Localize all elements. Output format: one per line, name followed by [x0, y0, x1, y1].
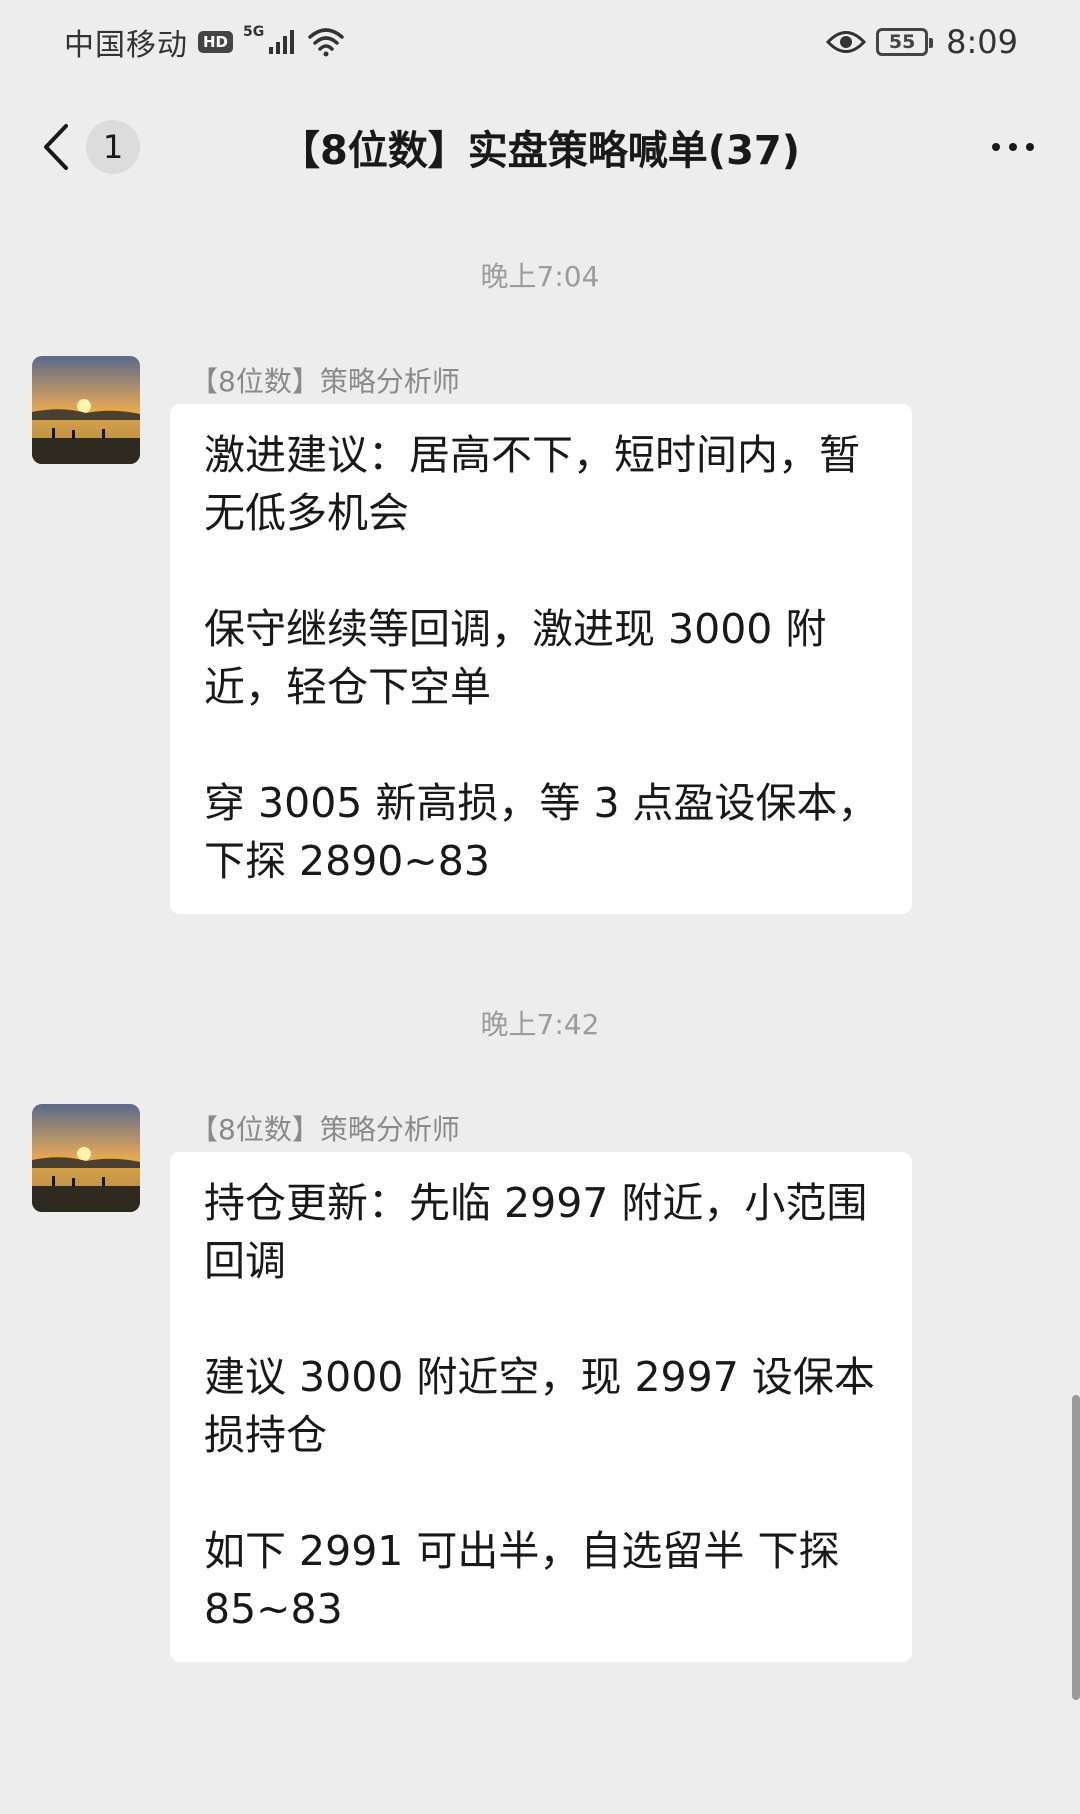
signal-icon [269, 30, 295, 54]
nav-bar: 1 【8位数】实盘策略喊单(37) [0, 84, 1080, 210]
battery-level: 55 [888, 31, 916, 53]
unread-count-badge: 1 [86, 120, 140, 174]
eye-icon [826, 31, 867, 53]
message-paragraph: 持仓更新：先临 2997 附近，小范围回调 [204, 1179, 868, 1285]
status-right: 55 8:09 [826, 23, 1018, 61]
more-icon [992, 143, 1000, 151]
wifi-icon [308, 28, 344, 57]
back-chevron-icon [44, 124, 68, 170]
carrier-name: 中国移动 [64, 28, 188, 63]
message-timestamp: 晚上7:42 [480, 1008, 600, 1041]
hd-icon: HD [198, 31, 234, 53]
more-button[interactable] [982, 133, 1044, 161]
sunset-avatar-image [32, 356, 140, 464]
chat-title: 【8位数】实盘策略喊单(37) [279, 128, 801, 174]
message-paragraph: 保守继续等回调，激进现 3000 附近，轻仓下空单 [204, 605, 827, 711]
status-left: 中国移动 HD 5G [64, 20, 344, 64]
scrollbar[interactable] [1072, 1395, 1080, 1700]
message-paragraph: 激进建议：居高不下，短时间内，暂无低多机会 [204, 431, 860, 537]
sender-name: 【8位数】策略分析师 [190, 1113, 460, 1146]
avatar[interactable] [32, 356, 140, 464]
message-paragraph: 建议 3000 附近空，现 2997 设保本损持仓 [204, 1353, 875, 1459]
sunset-avatar-image [32, 1104, 140, 1212]
message-paragraph: 如下 2991 可出半，自选留半 下探 85~83 [204, 1527, 840, 1633]
more-icon [1026, 143, 1034, 151]
more-icon [1009, 143, 1017, 151]
message-bubble[interactable]: 持仓更新：先临 2997 附近，小范围回调 建议 3000 附近空，现 2997… [170, 1152, 912, 1662]
network-type: 5G [243, 24, 265, 40]
message-timestamp: 晚上7:04 [480, 260, 600, 293]
sender-name: 【8位数】策略分析师 [190, 365, 460, 398]
message-paragraph: 穿 3005 新高损，等 3 点盈设保本，下探 2890~83 [204, 779, 879, 885]
avatar[interactable] [32, 1104, 140, 1212]
back-button[interactable]: 1 [40, 120, 140, 174]
message-bubble[interactable]: 激进建议：居高不下，短时间内，暂无低多机会 保守继续等回调，激进现 3000 附… [170, 404, 912, 914]
status-bar: 中国移动 HD 5G 55 8:09 [0, 0, 1080, 84]
battery-icon: 55 [876, 28, 934, 56]
status-time: 8:09 [946, 23, 1018, 61]
